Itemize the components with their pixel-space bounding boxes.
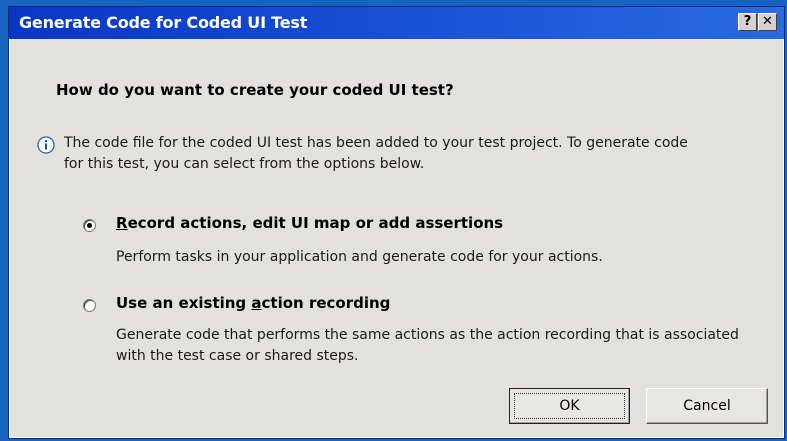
title-bar[interactable]: Generate Code for Coded UI Test ? ✕ (9, 7, 784, 39)
label-rest: ction recording (261, 294, 391, 312)
mnemonic-r: R (116, 214, 128, 232)
info-message: The code file for the coded UI test has … (64, 135, 688, 172)
existing-recording-description: Generate code that performs the same act… (116, 327, 739, 364)
ok-button[interactable]: OK (509, 388, 630, 424)
info-icon (37, 136, 55, 154)
mnemonic-a: a (251, 294, 262, 312)
dialog-title: Generate Code for Coded UI Test (19, 13, 308, 32)
record-actions-label[interactable]: Record actions, edit UI map or add asser… (116, 214, 503, 232)
record-actions-description: Perform tasks in your application and ge… (116, 249, 603, 265)
focus-rect (514, 393, 625, 419)
cancel-button[interactable]: Cancel (646, 388, 768, 424)
question-heading: How do you want to create your coded UI … (56, 81, 454, 99)
existing-recording-radio[interactable] (83, 299, 96, 312)
record-actions-radio[interactable] (83, 219, 96, 232)
existing-recording-label[interactable]: Use an existing action recording (116, 294, 390, 312)
help-icon[interactable]: ? (738, 13, 757, 31)
label-rest: ecord actions, edit UI map or add assert… (127, 214, 504, 232)
close-icon[interactable]: ✕ (758, 13, 777, 31)
coded-ui-dialog: Generate Code for Coded UI Test ? ✕ How … (8, 6, 785, 439)
label-prefix: Use an existing (116, 294, 252, 312)
